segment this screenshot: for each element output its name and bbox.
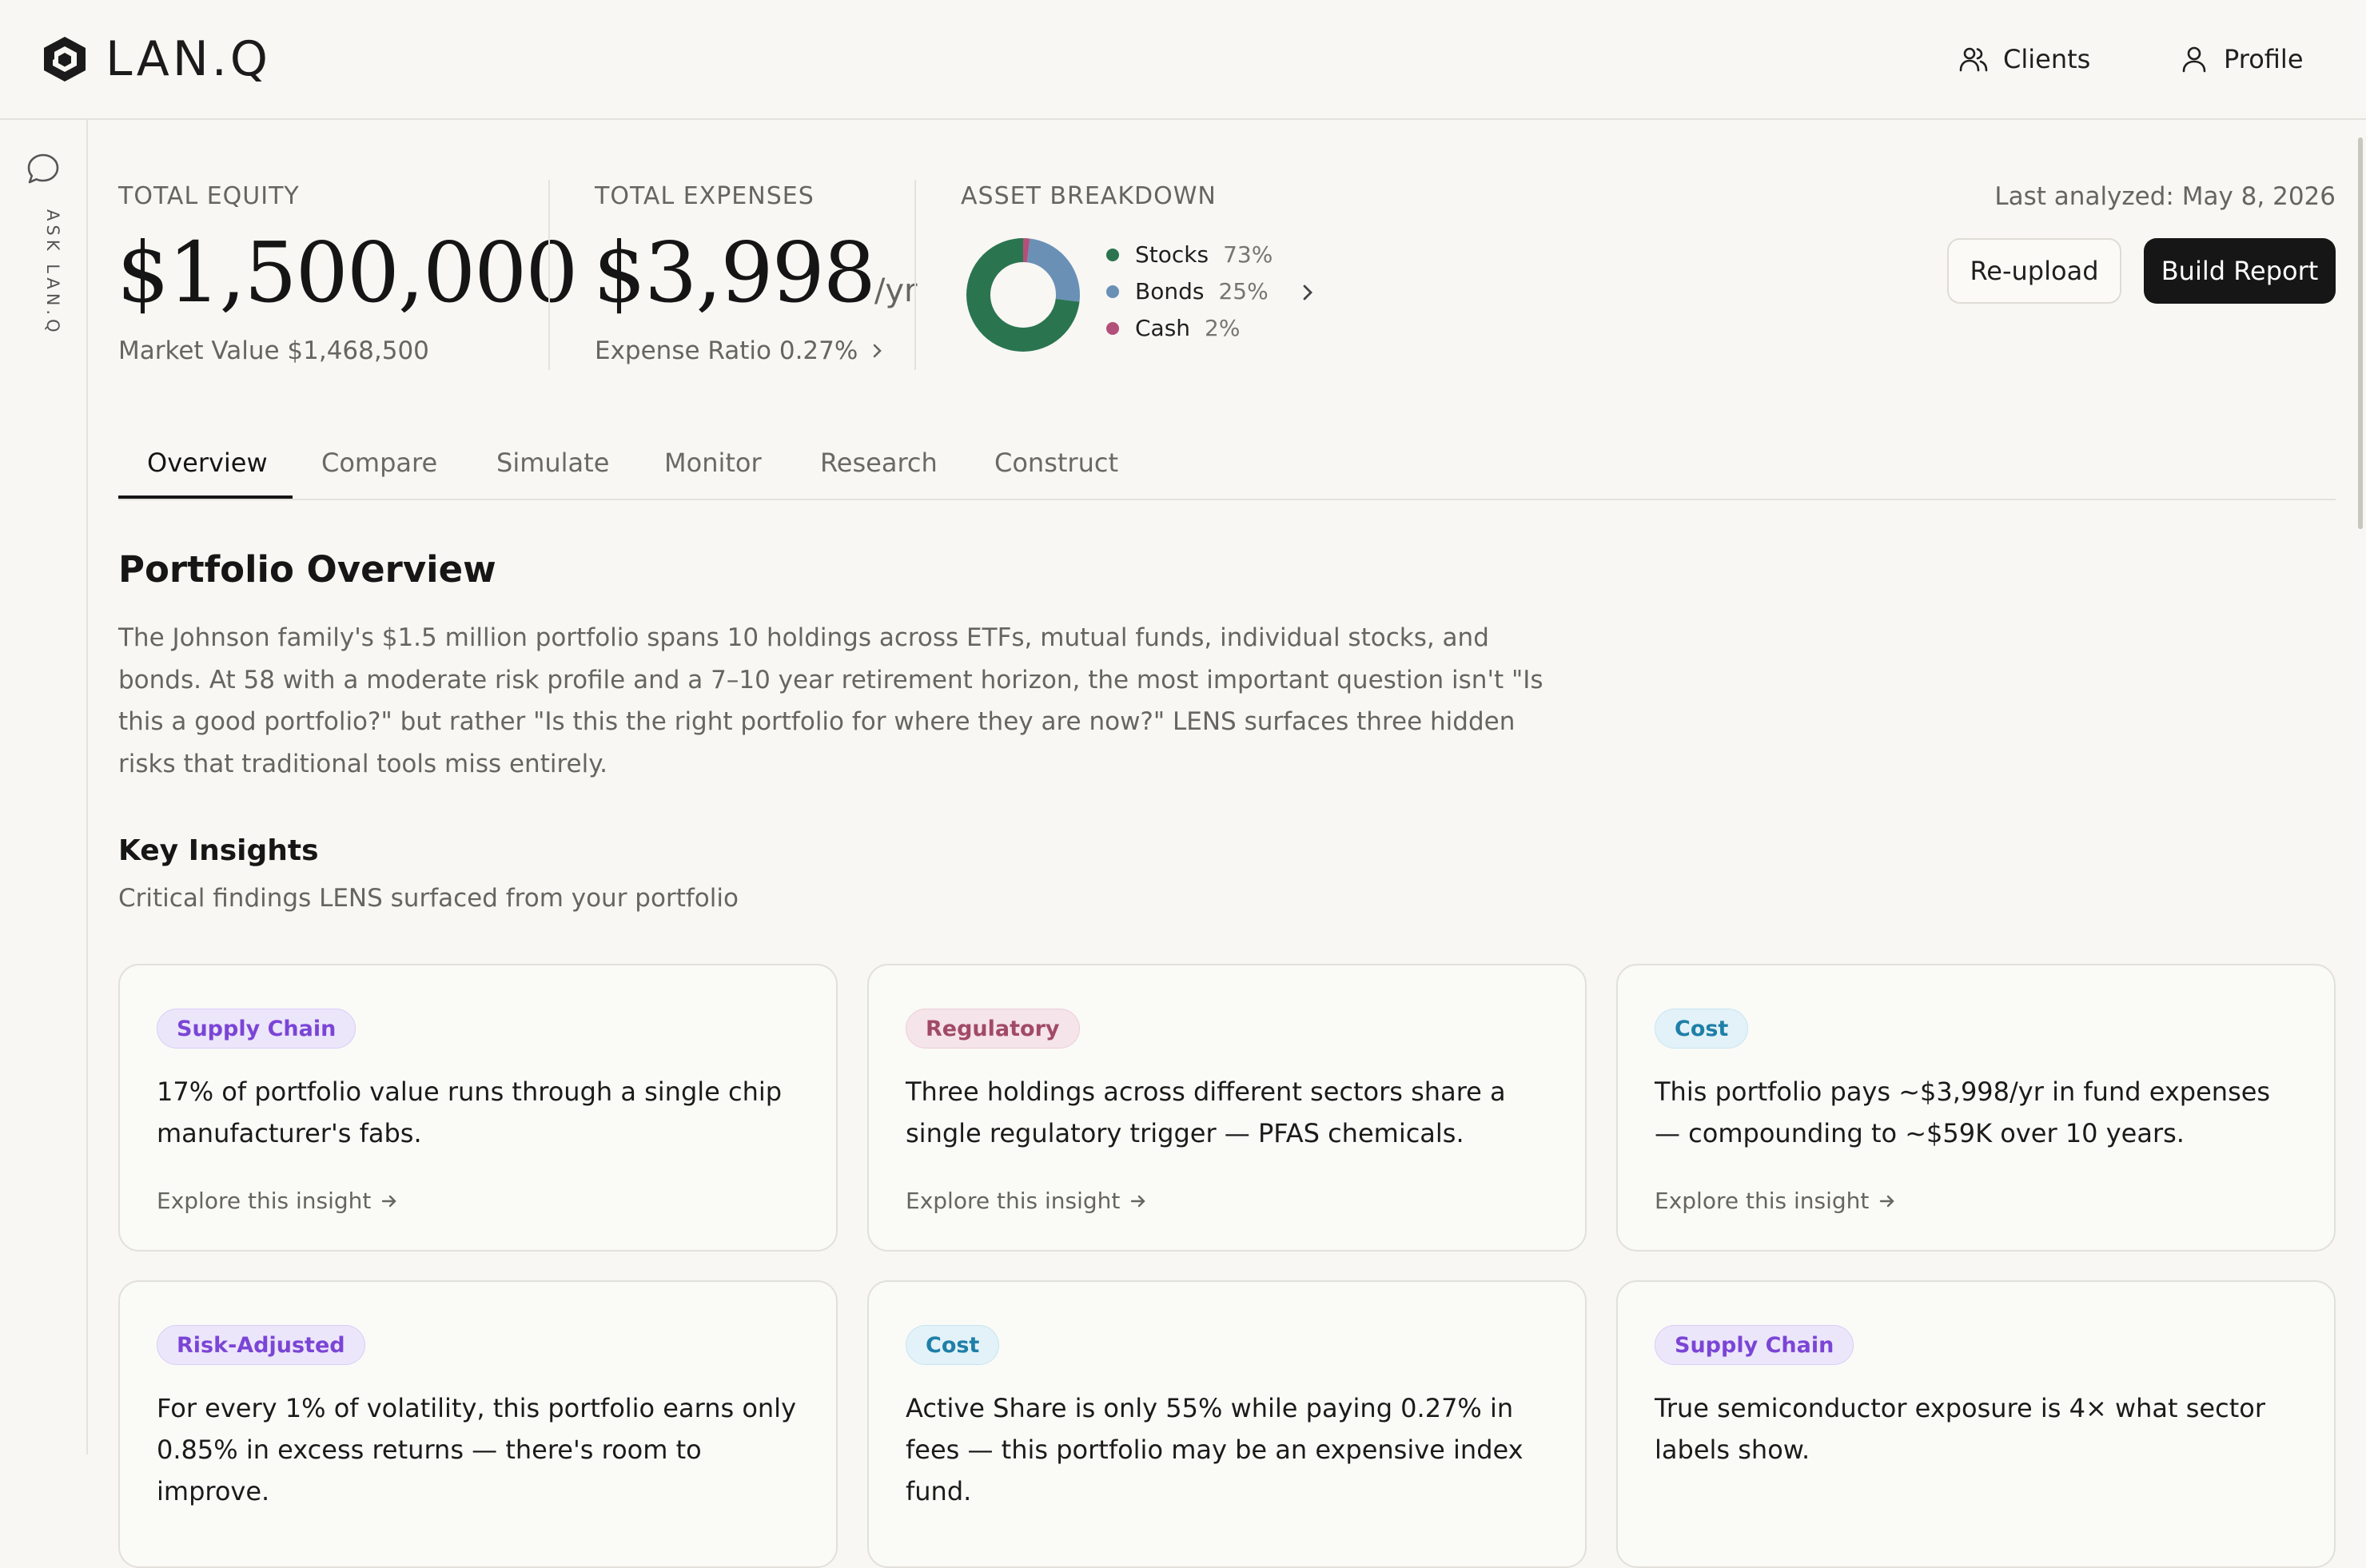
arrow-right-icon xyxy=(382,1195,397,1207)
reupload-button[interactable]: Re-upload xyxy=(1947,238,2121,304)
category-tag: Supply Chain xyxy=(1655,1325,1854,1365)
tab-research[interactable]: Research xyxy=(820,448,938,499)
asset-breakdown-label: ASSET BREAKDOWN xyxy=(961,182,1217,210)
insight-text: For every 1% of volatility, this portfol… xyxy=(157,1393,796,1506)
tab-compare[interactable]: Compare xyxy=(321,448,437,499)
legend-stocks-name: Stocks xyxy=(1135,241,1209,268)
last-analyzed: Last analyzed: May 8, 2026 xyxy=(1994,182,2336,211)
lanq-logo-icon xyxy=(44,37,86,82)
scrollbar-thumb[interactable] xyxy=(2358,137,2363,529)
legend-cash-pct: 2% xyxy=(1205,315,1241,341)
explore-insight-link[interactable]: Explore this insight xyxy=(157,1188,400,1214)
category-tag: Cost xyxy=(1655,1009,1749,1049)
users-icon xyxy=(1959,47,1988,72)
tab-overview[interactable]: Overview xyxy=(147,448,268,499)
total-expenses-label: TOTAL EXPENSES xyxy=(595,182,815,210)
insight-card[interactable]: Risk-Adjusted For every 1% of volatility… xyxy=(118,1280,838,1568)
market-value: Market Value $1,468,500 xyxy=(118,336,429,365)
active-tab-indicator xyxy=(118,495,293,499)
legend-stocks-pct: 73% xyxy=(1223,241,1273,268)
explore-insight-label: Explore this insight xyxy=(1655,1188,1870,1214)
tab-simulate[interactable]: Simulate xyxy=(496,448,609,499)
brand-logo[interactable]: LAN.Q xyxy=(42,31,271,87)
clients-label: Clients xyxy=(2003,44,2091,74)
category-tag: Risk-Adjusted xyxy=(157,1325,365,1365)
tab-construct[interactable]: Construct xyxy=(994,448,1118,499)
arrow-right-icon xyxy=(1131,1195,1146,1207)
category-tag: Regulatory xyxy=(906,1009,1080,1049)
chevron-right-icon xyxy=(874,344,882,358)
explore-insight-label: Explore this insight xyxy=(906,1188,1121,1214)
legend-bonds: Bonds 25% xyxy=(1106,278,1269,304)
insight-card[interactable]: Cost This portfolio pays ~$3,998/yr in f… xyxy=(1616,964,2336,1252)
insight-text: True semiconductor exposure is 4× what s… xyxy=(1655,1393,2265,1465)
insight-card[interactable]: Regulatory Three holdings across differe… xyxy=(867,964,1587,1252)
ask-sidebar[interactable]: ASK LAN.Q xyxy=(0,120,88,1455)
category-tag: Supply Chain xyxy=(157,1009,356,1049)
explore-insight-label: Explore this insight xyxy=(157,1188,372,1214)
overview-description: The Johnson family's $1.5 million portfo… xyxy=(118,623,1543,778)
legend-stocks: Stocks 73% xyxy=(1106,241,1273,268)
page-title: Portfolio Overview xyxy=(118,548,496,591)
top-header: LAN.Q Clients Profile xyxy=(0,0,2366,120)
bonds-color-dot xyxy=(1106,285,1119,298)
user-icon xyxy=(2182,46,2206,73)
insight-text: Three holdings across different sectors … xyxy=(906,1077,1506,1148)
stocks-color-dot xyxy=(1106,248,1119,261)
ask-lanq-label[interactable]: ASK LAN.Q xyxy=(43,209,62,336)
insight-card[interactable]: Cost Active Share is only 55% while payi… xyxy=(867,1280,1587,1568)
divider xyxy=(914,180,916,370)
explore-insight-link[interactable]: Explore this insight xyxy=(906,1188,1149,1214)
expense-ratio-link[interactable]: Expense Ratio 0.27% xyxy=(595,336,886,365)
total-equity-label: TOTAL EQUITY xyxy=(118,182,300,210)
arrow-right-icon xyxy=(1880,1195,1895,1207)
legend-bonds-name: Bonds xyxy=(1135,278,1205,304)
tab-bar: Overview Compare Simulate Monitor Resear… xyxy=(118,438,2336,500)
expense-ratio: Expense Ratio 0.27% xyxy=(595,336,858,365)
insight-text: This portfolio pays ~$3,998/yr in fund e… xyxy=(1655,1077,2271,1148)
brand-name: LAN.Q xyxy=(106,31,272,87)
category-tag: Cost xyxy=(906,1325,1000,1365)
asset-breakdown-chevron-right-icon[interactable] xyxy=(1297,281,1319,304)
total-expenses-amount: $3,998 xyxy=(593,224,876,321)
insight-text: 17% of portfolio value runs through a si… xyxy=(157,1077,783,1148)
insight-card[interactable]: Supply Chain 17% of portfolio value runs… xyxy=(118,964,838,1252)
profile-button[interactable]: Profile xyxy=(2179,37,2304,82)
build-report-button[interactable]: Build Report xyxy=(2144,238,2336,304)
cash-color-dot xyxy=(1106,321,1119,335)
clients-button[interactable]: Clients xyxy=(1958,37,2090,82)
total-equity-value: $1,500,000 xyxy=(117,224,578,321)
tab-monitor[interactable]: Monitor xyxy=(664,448,762,499)
insight-card[interactable]: Supply Chain True semiconductor exposure… xyxy=(1616,1280,2336,1568)
key-insights-title: Key Insights xyxy=(118,834,319,867)
insight-text: Active Share is only 55% while paying 0.… xyxy=(906,1393,1524,1506)
chat-bubble-icon[interactable] xyxy=(26,152,61,187)
total-expenses-unit: /yr xyxy=(874,273,918,309)
asset-donut-chart[interactable] xyxy=(964,236,1082,354)
profile-label: Profile xyxy=(2224,44,2304,74)
legend-bonds-pct: 25% xyxy=(1218,278,1269,304)
legend-cash: Cash 2% xyxy=(1106,315,1240,341)
legend-cash-name: Cash xyxy=(1135,315,1191,341)
total-expenses-value: $3,998/yr xyxy=(593,224,918,321)
explore-insight-link[interactable]: Explore this insight xyxy=(1655,1188,1898,1214)
divider xyxy=(548,180,550,370)
key-insights-subtitle: Critical findings LENS surfaced from you… xyxy=(118,884,739,913)
